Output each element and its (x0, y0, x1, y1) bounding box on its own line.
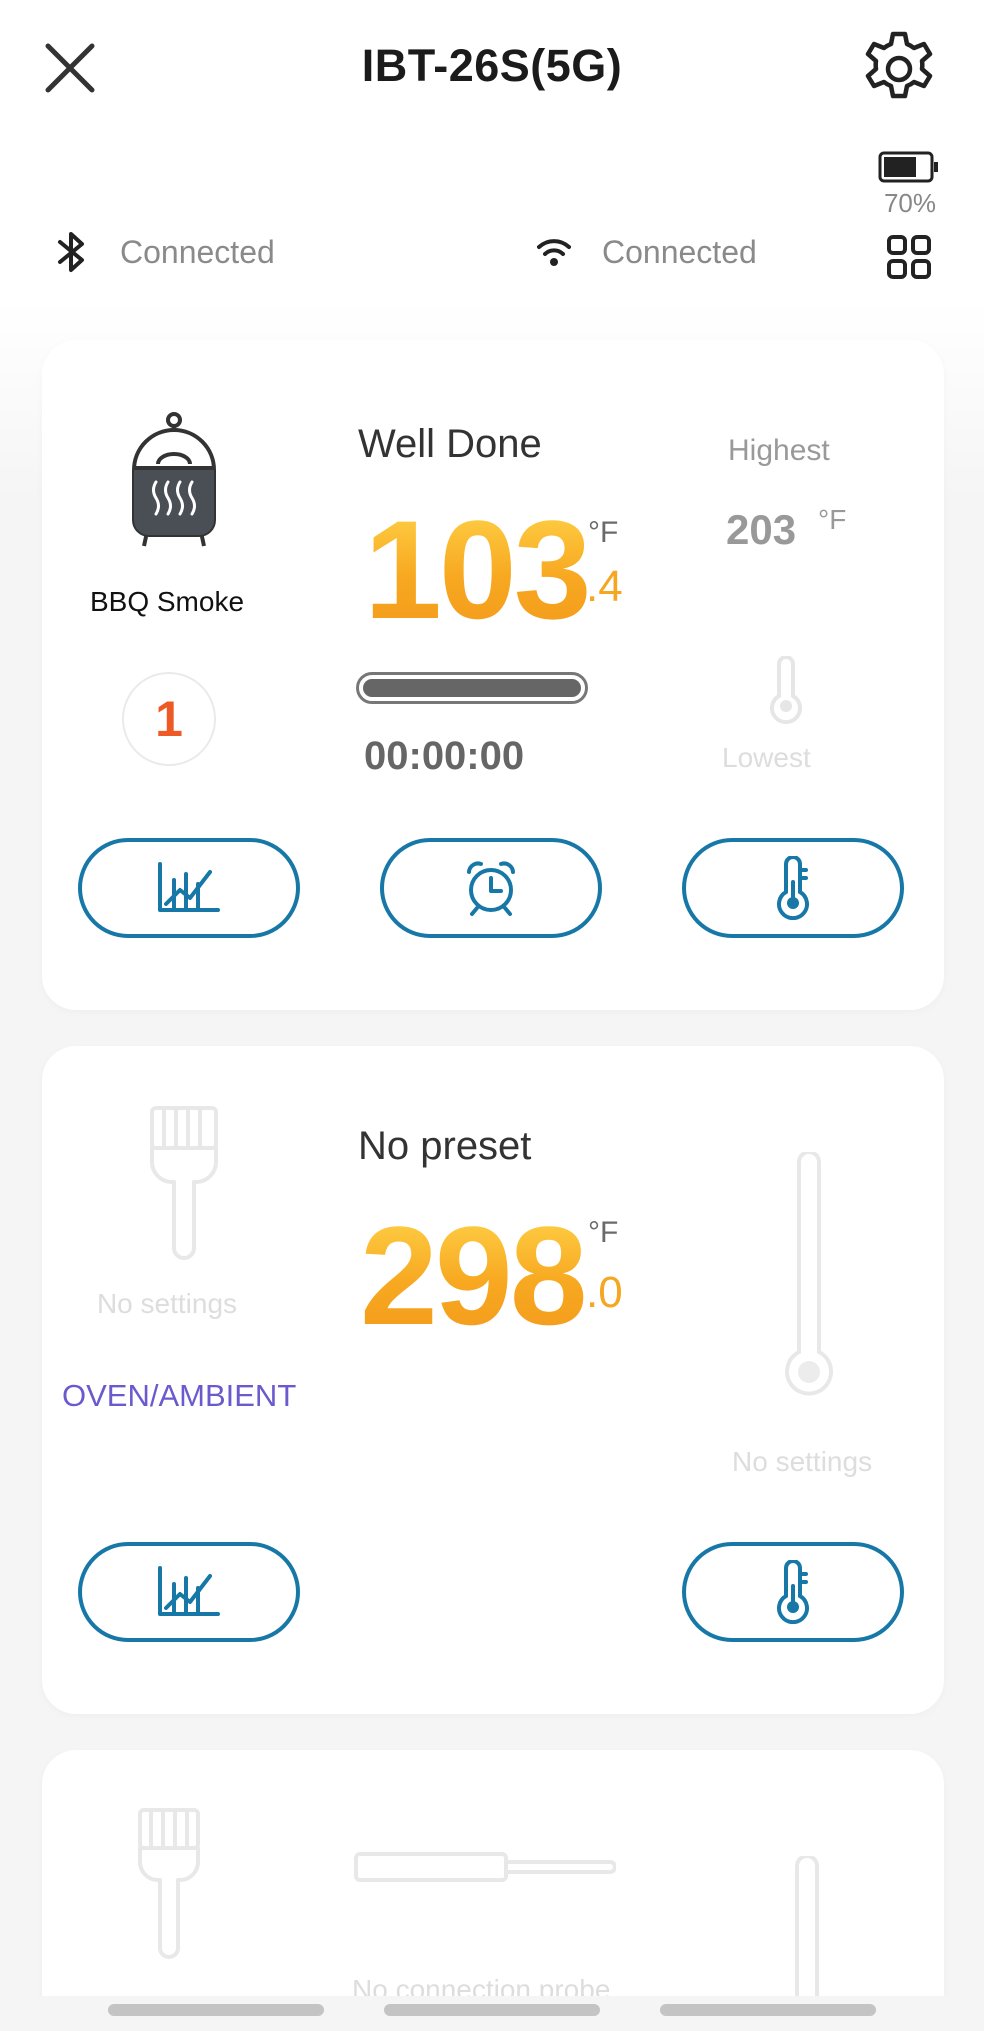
temperature-unit: °F (588, 516, 619, 549)
cook-progress-bar (356, 672, 588, 704)
bbq-smoke-icon (132, 412, 216, 547)
oven-status-text: No settings (732, 1446, 873, 1477)
thermometer-tall-icon (785, 1152, 833, 1396)
app-screen: IBT-26S(5G) 70% Connected Connected BBQ … (0, 0, 984, 2031)
battery-percentage: 70% (883, 188, 937, 218)
channel-label: OVEN/AMBIENT (62, 1378, 297, 1413)
thermometer-icon (777, 1560, 809, 1624)
brush-icon (150, 1106, 218, 1260)
gear-icon (865, 31, 933, 99)
thermometer-faded-icon (770, 656, 802, 725)
battery-indicator (878, 150, 940, 184)
thermometer-icon (777, 856, 809, 920)
oven-history-chart-button[interactable] (78, 1542, 300, 1642)
oven-temperature-unit: °F (588, 1216, 619, 1249)
layout-toggle-button[interactable] (886, 234, 932, 280)
nav-handle-left[interactable] (108, 2004, 324, 2016)
alarm-clock-icon (467, 861, 515, 916)
current-temperature: 103 (364, 491, 592, 648)
highest-unit: °F (818, 504, 847, 535)
highest-label: Highest (728, 434, 830, 467)
progress-fill (363, 679, 581, 697)
wifi-status-text: Connected (602, 233, 757, 270)
oven-temperature-settings-button[interactable] (682, 1542, 904, 1642)
bluetooth-icon (58, 232, 84, 272)
bluetooth-status-text: Connected (120, 233, 275, 270)
wifi-icon (537, 239, 571, 266)
settings-button[interactable] (858, 28, 940, 110)
temperature-decimal: .4 (586, 562, 623, 611)
probe-card-oven[interactable]: No settings OVEN/AMBIENT No preset 298 °… (42, 1046, 944, 1714)
oven-temperature-decimal: .0 (586, 1268, 623, 1317)
lowest-label: Lowest (722, 742, 811, 773)
grid-view-icon (887, 235, 931, 279)
highest-value: 203 (726, 506, 797, 553)
history-chart-button[interactable] (78, 838, 300, 938)
timer-alarm-button[interactable] (380, 838, 602, 938)
nav-handle-center[interactable] (384, 2004, 600, 2016)
preset-name: BBQ Smoke (89, 586, 245, 617)
timer-display: 00:00:00 (364, 734, 525, 778)
battery-icon (878, 151, 938, 183)
temperature-settings-button[interactable] (682, 838, 904, 938)
chart-icon (158, 1566, 220, 1616)
probe-icon (354, 1852, 616, 1882)
probe-card-3[interactable]: No connection probe (42, 1750, 944, 2031)
nav-handle-right[interactable] (660, 2004, 876, 2016)
preset-label: No preset (358, 1124, 532, 1168)
probe-number-badge: 1 (122, 672, 216, 766)
probe-card-1[interactable]: BBQ Smoke 1 Well Done 103 °F .4 00:00:00… (42, 340, 944, 1010)
oven-temperature: 298 (360, 1197, 588, 1354)
chart-icon (158, 862, 220, 912)
wifi-status: Connected (536, 225, 757, 279)
doneness-label: Well Done (358, 422, 542, 466)
page-title: IBT-26S(5G) (361, 40, 623, 91)
brush-status-text: No settings (96, 1288, 238, 1319)
bluetooth-status: Connected (52, 225, 275, 279)
brush-icon (138, 1808, 200, 1959)
